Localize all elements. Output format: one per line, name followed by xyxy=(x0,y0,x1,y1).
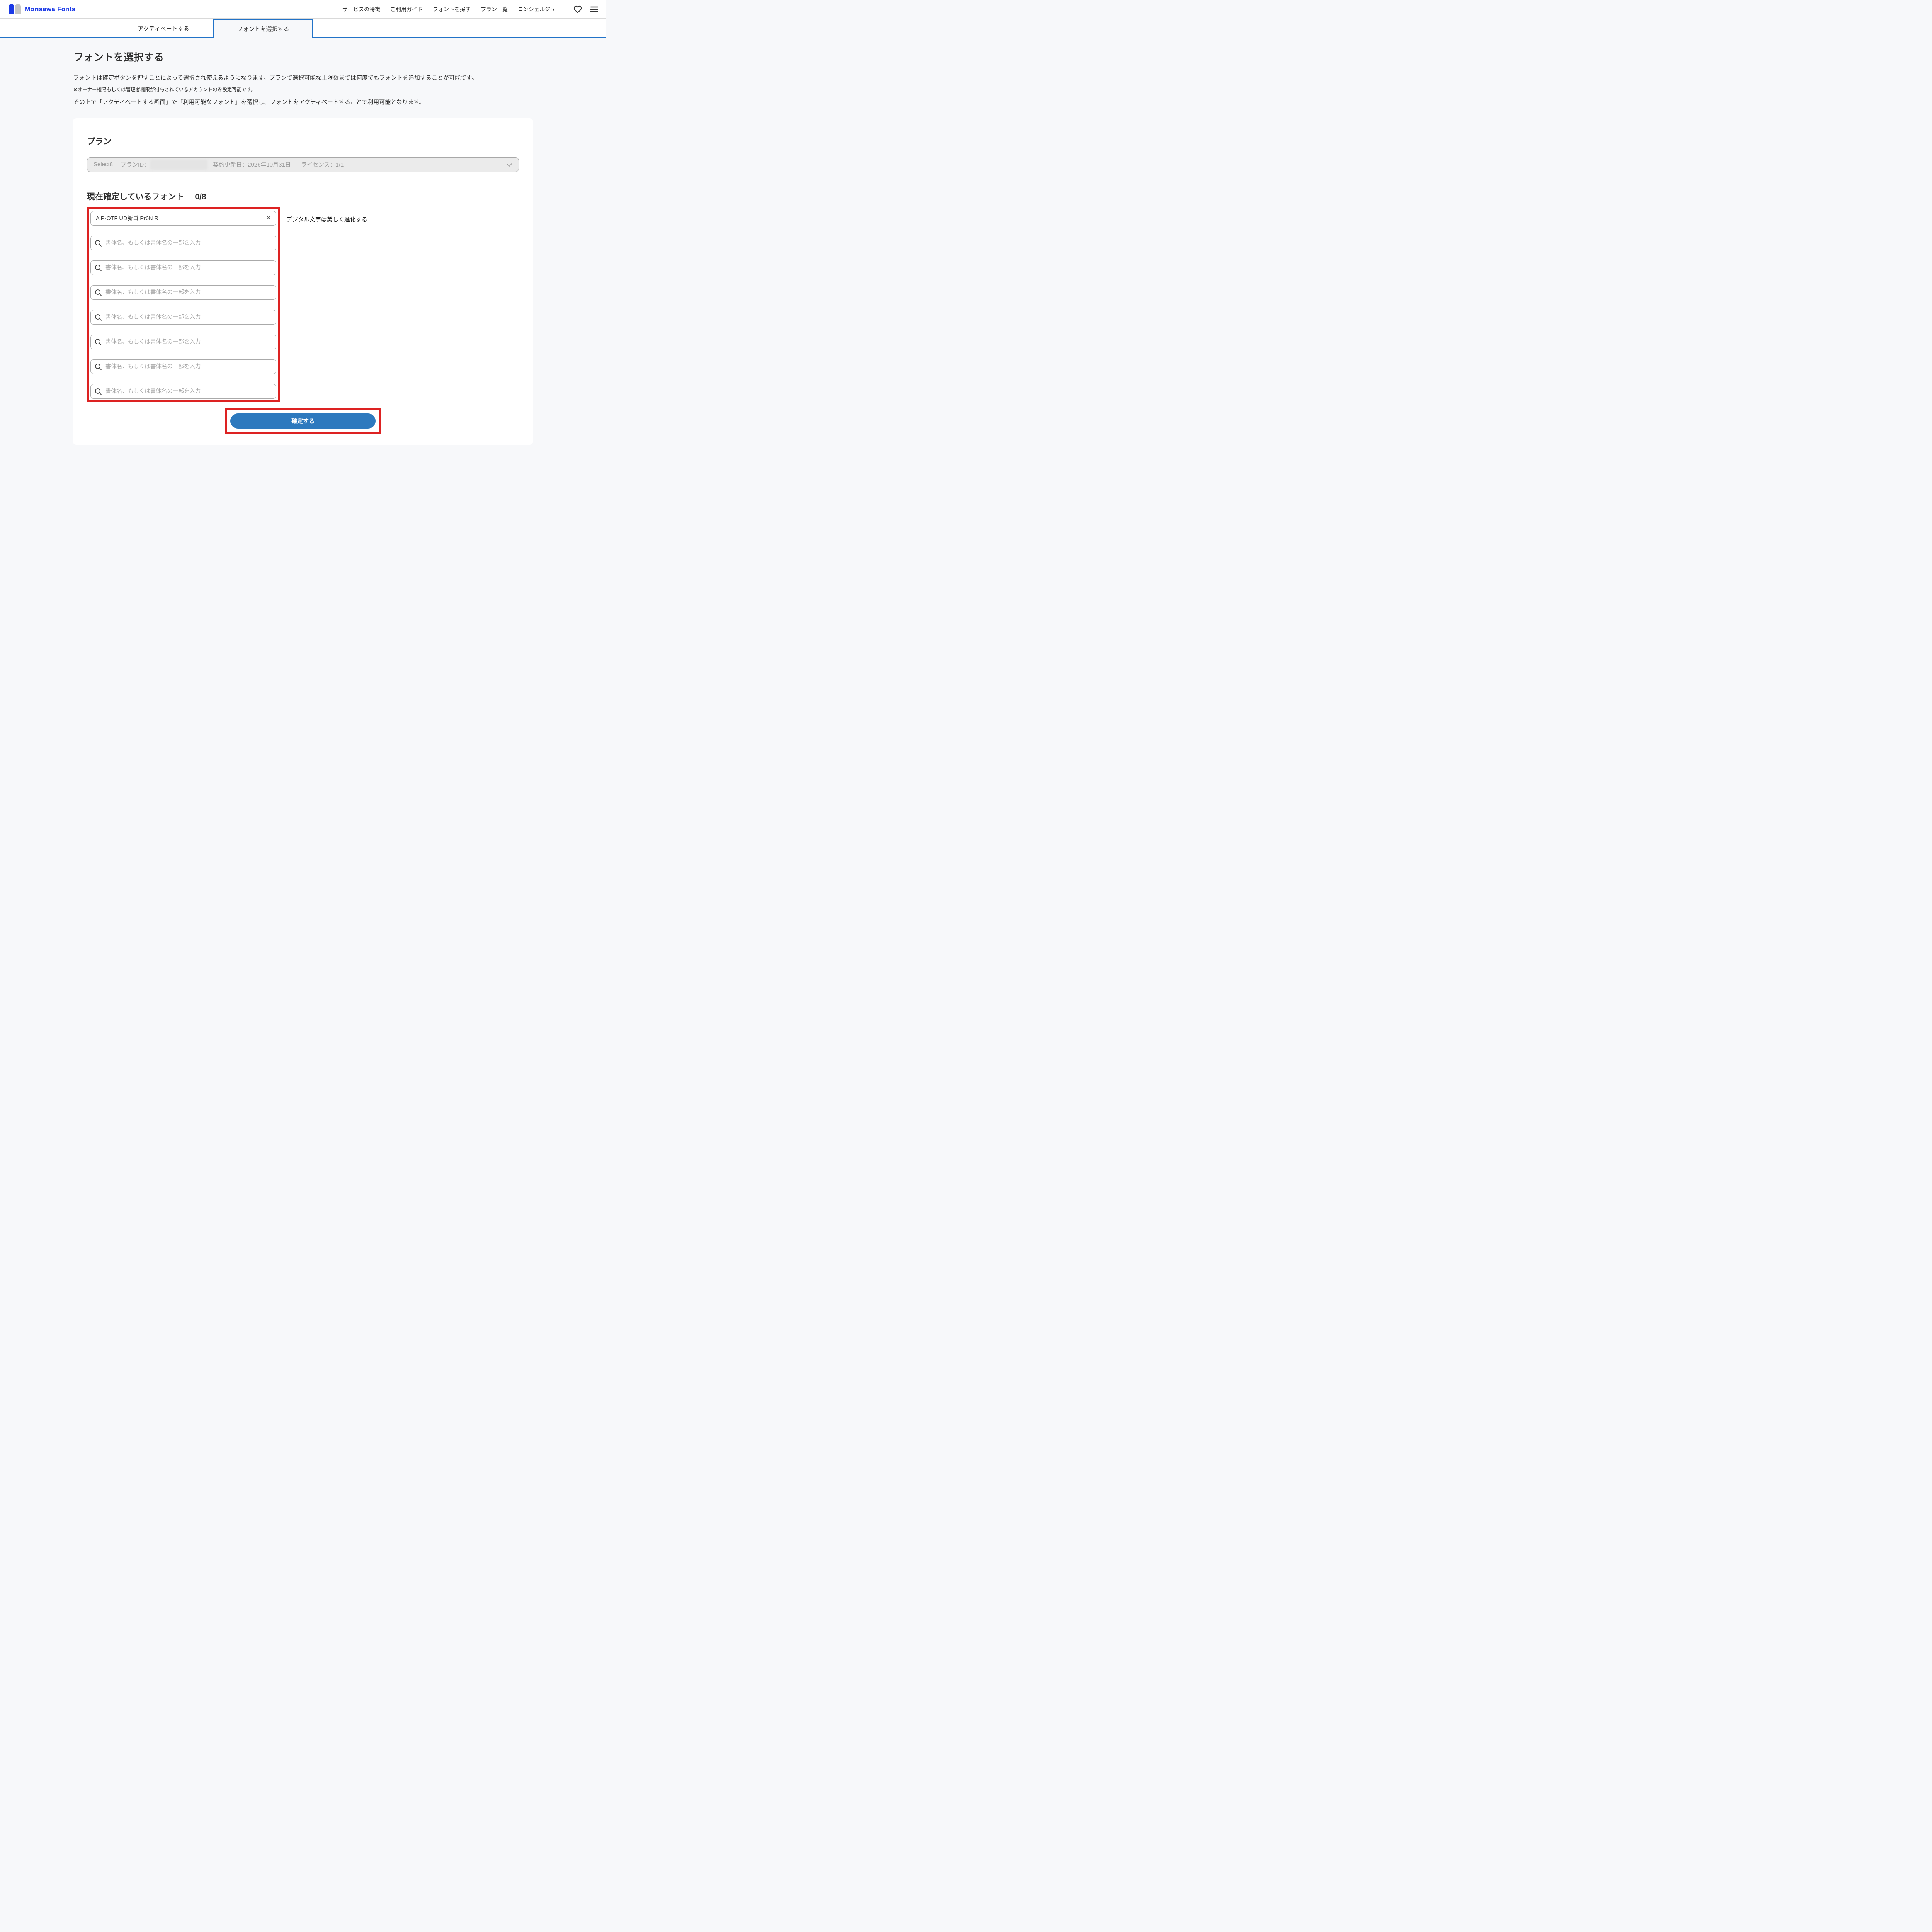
tab-strip: アクティベートする フォントを選択する xyxy=(0,19,606,38)
confirm-button[interactable]: 確定する xyxy=(230,413,376,429)
plan-name: Select8 xyxy=(94,161,113,168)
font-slots-area: × xyxy=(87,207,519,402)
selected-font-input[interactable] xyxy=(90,211,276,226)
tab-activate[interactable]: アクティベートする xyxy=(114,19,213,38)
morisawa-logo[interactable]: Morisawa Fonts xyxy=(9,4,75,14)
font-search-input[interactable] xyxy=(90,335,276,349)
font-slot-row-selected: × xyxy=(90,211,276,226)
confirmed-fonts-heading: 現在確定しているフォント xyxy=(87,190,184,202)
page-intro-text: フォントは確定ボタンを押すことによって選択され使えるようになります。プランで選択… xyxy=(73,74,533,82)
plan-heading: プラン xyxy=(87,135,519,147)
confirmed-fonts-count: 0/8 xyxy=(195,192,206,202)
font-search-input[interactable] xyxy=(90,260,276,275)
font-search-input[interactable] xyxy=(90,384,276,399)
plan-license-count: ライセンス：1/1 xyxy=(301,160,344,168)
page-note-text: ※オーナー権限もしくは管理者権限が付与されているアカウントのみ設定可能です。 xyxy=(73,85,533,93)
header: Morisawa Fonts サービスの特徴 ご利用ガイド フォントを探す プラ… xyxy=(0,0,606,19)
logo-text: Morisawa Fonts xyxy=(25,5,75,13)
close-icon: × xyxy=(266,214,270,222)
main-content: フォントを選択する フォントは確定ボタンを押すことによって選択され使えるようにな… xyxy=(0,49,606,445)
header-nav: サービスの特徴 ご利用ガイド フォントを探す プラン一覧 コンシェルジュ xyxy=(332,4,598,14)
plan-id-label: プランID： xyxy=(121,160,150,168)
font-search-input[interactable] xyxy=(90,359,276,374)
font-slot-row xyxy=(90,285,276,300)
font-search-input[interactable] xyxy=(90,236,276,250)
nav-item-find-fonts[interactable]: フォントを探す xyxy=(433,5,471,13)
plan-renewal-date: 契約更新日：2026年10月31日 xyxy=(213,160,291,168)
logo-pill-blue xyxy=(9,4,14,14)
font-slot-row xyxy=(90,384,276,399)
font-slot-row xyxy=(90,236,276,250)
favorites-button[interactable] xyxy=(573,5,582,13)
chevron-down-icon xyxy=(506,162,512,168)
confirm-annotation-box: 確定する xyxy=(225,408,381,434)
confirmed-fonts-heading-row: 現在確定しているフォント 0/8 xyxy=(87,190,519,202)
font-slots-annotation-box: × xyxy=(87,207,280,402)
font-search-input[interactable] xyxy=(90,285,276,300)
plan-selector[interactable]: Select8 プランID： 契約更新日：2026年10月31日 ライセンス：1… xyxy=(87,157,519,172)
font-slot-row xyxy=(90,335,276,349)
nav-item-service-features[interactable]: サービスの特徴 xyxy=(342,5,380,13)
clear-font-button[interactable]: × xyxy=(262,212,275,225)
font-preview-text: デジタル文字は美しく進化する xyxy=(286,215,367,223)
font-search-input[interactable] xyxy=(90,310,276,325)
font-slot-row xyxy=(90,260,276,275)
heart-icon xyxy=(573,5,582,13)
font-slot-row xyxy=(90,310,276,325)
morisawa-logo-icon xyxy=(9,4,21,14)
hamburger-icon xyxy=(590,6,598,12)
nav-item-user-guide[interactable]: ご利用ガイド xyxy=(390,5,423,13)
nav-item-plan-list[interactable]: プラン一覧 xyxy=(481,5,508,13)
nav-item-concierge[interactable]: コンシェルジュ xyxy=(518,5,555,13)
logo-pill-gray xyxy=(15,4,21,14)
plan-card: プラン Select8 プランID： 契約更新日：2026年10月31日 ライセ… xyxy=(73,118,533,445)
page-instruction-text: その上で「アクティベートする画面」で「利用可能なフォント」を選択し、フォントをア… xyxy=(73,98,533,107)
plan-id-redacted-value xyxy=(150,160,207,170)
font-slot-row xyxy=(90,359,276,374)
page-title: フォントを選択する xyxy=(73,49,533,64)
tab-select-fonts[interactable]: フォントを選択する xyxy=(213,19,313,38)
menu-button[interactable] xyxy=(590,6,598,12)
